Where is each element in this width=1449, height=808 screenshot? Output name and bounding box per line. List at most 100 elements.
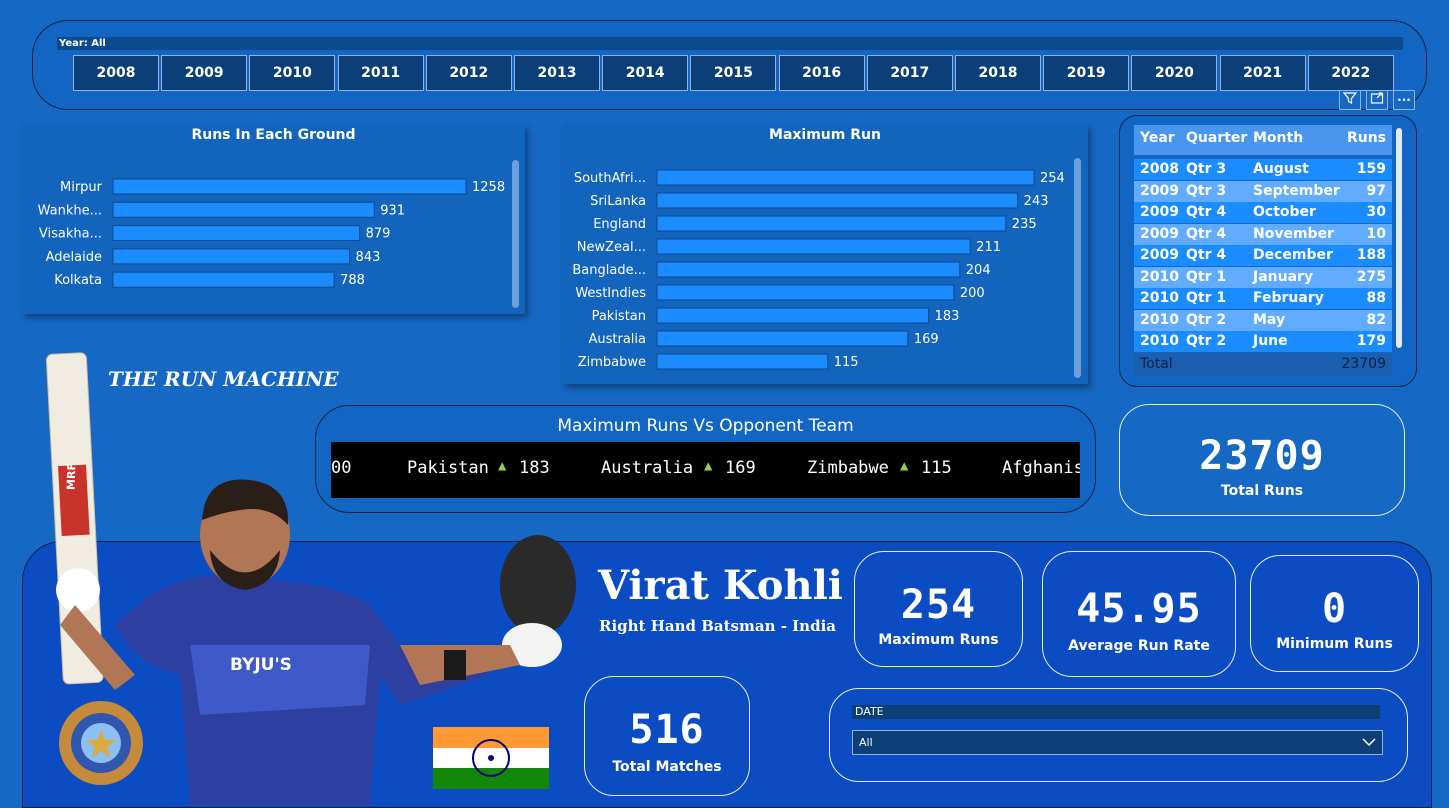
table-cell: Qtr 3 [1186,182,1227,199]
table-row[interactable]: 2009 Qtr 3 September 97 [1134,180,1392,202]
bar-value-label: 788 [340,273,365,288]
bar[interactable] [656,192,1019,209]
focus-mode-icon[interactable] [1366,90,1388,110]
table-cell: 88 [1366,290,1386,306]
bar[interactable] [112,271,335,288]
total-runs-value: 23709 [1199,433,1325,479]
bar-category-label: Wankhe... [38,203,102,218]
table-cell: Qtr 3 [1186,161,1227,177]
table-cell: November [1253,225,1334,242]
avg-run-rate-value: 45.95 [1076,586,1202,632]
year-button-2009[interactable]: 2009 [161,55,248,91]
table-row[interactable]: 2008 Qtr 3 August 159 [1134,159,1392,180]
bcci-logo-icon [59,701,143,785]
year-button-2013[interactable]: 2013 [514,55,600,91]
chevron-down-icon [1362,738,1376,747]
bar-value-label: 243 [1024,194,1049,209]
table-cell: September [1253,182,1340,199]
max-runs-value: 254 [900,582,977,628]
bar[interactable] [656,238,971,255]
bar[interactable] [656,284,955,301]
table-cell: Qtr 2 [1186,311,1227,328]
ticker-item-value: 115 [921,458,952,478]
ticker-item-team: Afghanis [1002,458,1080,478]
bar-category-label: WestIndies [575,286,646,301]
year-button-2019[interactable]: 2019 [1043,55,1130,91]
year-button-2021[interactable]: 2021 [1219,55,1306,91]
bar[interactable] [112,178,467,195]
bar[interactable] [112,225,361,242]
filter-icon[interactable] [1339,90,1361,110]
bar[interactable] [656,307,930,324]
table-row[interactable]: 2010 Qtr 2 June 179 [1134,331,1392,352]
bar[interactable] [656,353,829,370]
table-cell: 275 [1356,268,1386,285]
table-total-row: Total 23709 [1134,353,1392,375]
table-cell: February [1253,290,1324,306]
year-button-2022[interactable]: 2022 [1307,55,1394,91]
total-matches-card: 516 Total Matches [584,676,750,796]
bar-category-label: Pakistan [592,309,646,324]
bar-value-label: 115 [834,355,859,370]
avg-run-rate-label: Average Run Rate [1068,638,1210,654]
bar[interactable] [656,169,1035,186]
bar[interactable] [656,330,909,347]
max-run-panel: Maximum Run SouthAfri... 254 SriLanka 243 En… [562,124,1088,384]
table-row[interactable]: 2009 Qtr 4 December 188 [1134,245,1392,266]
bar-value-label: 235 [1012,217,1037,232]
table-scrollbar[interactable] [1396,128,1402,348]
year-button-2016[interactable]: 2016 [778,55,865,91]
year-button-2020[interactable]: 2020 [1131,55,1218,91]
bar-category-label: Banglade... [572,263,646,278]
bar-value-label: 204 [966,263,991,278]
total-runs-label: Total Runs [1220,483,1304,499]
table-row[interactable]: 2009 Qtr 4 November 10 [1134,223,1392,245]
up-arrow-icon: ▲ [900,458,909,474]
total-runs-card: 23709 Total Runs [1119,404,1405,516]
table-row[interactable]: 2010 Qtr 1 February 88 [1134,288,1392,309]
ticker-item-team: Zimbabwe [807,458,889,478]
date-slicer-header: DATE [852,705,1380,719]
runs-ground-scrollbar[interactable] [512,160,519,308]
table-cell: 97 [1366,182,1386,199]
min-runs-value: 0 [1321,586,1348,632]
table-cell: 82 [1366,311,1386,328]
year-button-2012[interactable]: 2012 [425,55,512,91]
year-button-2014[interactable]: 2014 [602,55,689,91]
year-button-2017[interactable]: 2017 [866,55,953,91]
bar-value-label: 843 [356,250,381,265]
table-cell: 188 [1356,247,1386,263]
total-matches-value: 516 [629,707,705,753]
table-cell: Qtr 1 [1186,290,1227,306]
table-row[interactable]: 2009 Qtr 4 October 30 [1134,202,1392,223]
table-cell: 2009 [1140,182,1179,199]
table-row[interactable]: 2010 Qtr 2 May 82 [1134,309,1392,331]
bar[interactable] [656,215,1007,232]
bar-category-label: NewZeal... [577,240,646,255]
bar[interactable] [112,201,375,218]
bar[interactable] [112,248,351,265]
bar-category-label: SriLanka [590,194,646,209]
max-run-scrollbar[interactable] [1074,158,1081,378]
bar-category-label: Mirpur [60,180,103,195]
year-button-2008[interactable]: 2008 [73,55,159,91]
year-button-2010[interactable]: 2010 [249,55,336,91]
table-cell: 2009 [1140,225,1179,242]
table-cell: Qtr 4 [1186,225,1227,242]
bar-value-label: 879 [366,227,391,242]
bar-category-label: Australia [588,332,646,347]
more-options-icon[interactable]: ··· [1393,90,1415,110]
year-button-2015[interactable]: 2015 [690,55,777,91]
table-header-year: Year [1140,130,1175,146]
year-button-2018[interactable]: 2018 [955,55,1041,91]
table-cell: Qtr 4 [1186,204,1227,220]
table-cell: 2010 [1140,311,1179,328]
table-row[interactable]: 2010 Qtr 1 January 275 [1134,266,1392,288]
player-name: Virat Kohli [598,562,843,609]
table-cell: October [1253,204,1316,220]
bar-value-label: 211 [976,240,1001,255]
year-button-2011[interactable]: 2011 [337,55,424,91]
bar[interactable] [656,261,961,278]
bar-value-label: 1258 [472,180,505,195]
date-dropdown[interactable]: All [852,730,1383,755]
